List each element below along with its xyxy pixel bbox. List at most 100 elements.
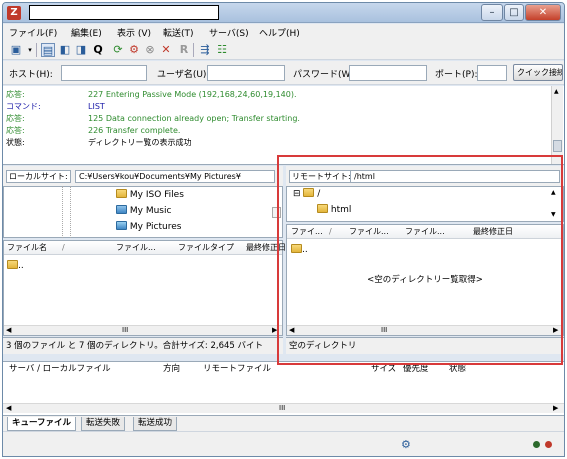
queue-list: ◀ III ▶: [3, 375, 564, 415]
menu-transfer[interactable]: 転送(T): [163, 26, 194, 39]
menu-view[interactable]: 表示 (V): [117, 26, 151, 39]
log-kind: 応答:: [6, 114, 25, 123]
local-list-header: ファイル名 / ファイル... ファイルタイプ 最終修正日: [4, 241, 286, 255]
compare-dirs-icon[interactable]: ☷: [215, 43, 229, 57]
local-tree: My ISO Files My Music My Pictures: [3, 186, 283, 238]
tab-failed-transfers[interactable]: 転送失敗: [81, 417, 126, 431]
music-folder-icon: [116, 205, 127, 214]
log-kind: コマンド:: [6, 102, 41, 111]
reconnect-icon[interactable]: R: [177, 43, 191, 57]
scroll-left-icon[interactable]: ◀: [6, 404, 11, 413]
port-input[interactable]: [477, 65, 507, 81]
process-queue-icon[interactable]: ⚙: [127, 43, 141, 57]
username-label: ユーザ名(U):: [157, 70, 210, 80]
scroll-up-icon[interactable]: ▲: [554, 88, 559, 95]
log-text: ディレクトリー覧の表示成功: [88, 138, 192, 147]
folder-icon: [116, 189, 127, 198]
col-filename[interactable]: ファイル名: [7, 241, 47, 255]
filezilla-app-icon: Z: [7, 6, 21, 20]
log-text: 226 Transfer complete.: [88, 126, 181, 135]
local-hscrollbar[interactable]: ◀ III ▶: [4, 325, 282, 335]
toolbar: ▣ ▾ ▤ ◧ ◨ Q ⟳ ⚙ ⊗ ✕ R ⇶ ☷: [3, 40, 564, 60]
log-row: 応答: 125 Data connection already open; Tra…: [6, 113, 300, 125]
queue-tabs: キューファイル 転送失敗 転送成功: [3, 415, 564, 431]
toolbar-separator: [36, 43, 37, 57]
tree-item-label: My Music: [129, 206, 172, 216]
tree-item-my-pictures[interactable]: My Pictures: [116, 221, 181, 232]
scroll-left-icon[interactable]: ◀: [6, 326, 11, 335]
queue-col-server-local[interactable]: サーバ / ローカルファイル: [9, 362, 111, 376]
activity-led-icon: [545, 441, 552, 448]
scroll-thumb[interactable]: [553, 140, 562, 152]
host-label: ホスト(H):: [9, 70, 53, 80]
title-bar: Z – □ ✕: [3, 3, 564, 23]
maximize-button[interactable]: □: [504, 4, 524, 21]
refresh-icon[interactable]: ⟳: [111, 43, 125, 57]
local-status: 3 個のファイル と 7 個のディレクトリ。合計サイズ: 2,645 バイト: [3, 337, 283, 354]
tab-queued-files[interactable]: キューファイル: [7, 417, 76, 431]
queue-hscrollbar[interactable]: ◀ III ▶: [3, 403, 564, 413]
sort-indicator: /: [62, 243, 65, 252]
filter-icon[interactable]: ⇶: [198, 43, 212, 57]
disconnect-icon[interactable]: ✕: [159, 43, 173, 57]
log-scrollbar[interactable]: ▲: [551, 86, 563, 164]
activity-led-icon: [533, 441, 540, 448]
menu-edit[interactable]: 編集(E): [71, 26, 102, 39]
quickconnect-bar: ホスト(H): ユーザ名(U): パスワード(W): ポート(P): クイック接…: [3, 61, 564, 85]
tree-item-my-iso-files[interactable]: My ISO Files: [116, 189, 184, 200]
menu-bar: ファイル(F) 編集(E) 表示 (V) 転送(T) サーバ(S) ヘルプ(H): [3, 24, 564, 40]
log-row: 応答: 227 Entering Passive Mode (192,168,24…: [6, 89, 297, 101]
menu-file[interactable]: ファイル(F): [9, 26, 57, 39]
status-bar: ⚙: [3, 431, 564, 456]
log-text: 125 Data connection already open; Transf…: [88, 114, 300, 123]
username-input[interactable]: [207, 65, 285, 81]
folder-icon: [7, 260, 18, 269]
password-input[interactable]: [349, 65, 427, 81]
network-icon: ⚙: [401, 438, 411, 451]
dropdown-arrow-icon[interactable]: ▾: [23, 43, 37, 57]
log-kind: 応答:: [6, 126, 25, 135]
tree-line: [62, 186, 63, 238]
queue-col-remote[interactable]: リモートファイル: [203, 362, 271, 376]
site-manager-icon[interactable]: ▣: [9, 43, 23, 57]
toggle-local-tree-icon[interactable]: ◧: [58, 43, 72, 57]
local-file-row-parent[interactable]: ..: [7, 260, 24, 271]
quickconnect-button[interactable]: クイック接続: [513, 64, 563, 81]
remote-pane-highlight-box: [277, 155, 563, 365]
scroll-thumb-grip[interactable]: III: [122, 326, 128, 335]
local-path-input[interactable]: C:¥Users¥kou¥Documents¥My Pictures¥: [75, 170, 275, 183]
message-log: 応答: 227 Entering Passive Mode (192,168,24…: [3, 86, 564, 165]
col-filesize[interactable]: ファイル...: [116, 241, 156, 255]
password-label: パスワード(W):: [293, 70, 357, 80]
file-name: ..: [18, 261, 24, 271]
minimize-button[interactable]: –: [481, 4, 503, 21]
local-site-bar: ローカルサイト: C:¥Users¥kou¥Documents¥My Pictu…: [3, 166, 283, 186]
queue-col-direction[interactable]: 方向: [163, 362, 180, 376]
scroll-thumb-grip[interactable]: III: [279, 404, 285, 413]
local-site-label: ローカルサイト:: [6, 170, 71, 183]
toolbar-separator: [193, 43, 194, 57]
log-text: LIST: [88, 102, 105, 111]
menu-help[interactable]: ヘルプ(H): [259, 26, 300, 39]
tab-successful-transfers[interactable]: 転送成功: [133, 417, 178, 431]
toggle-queue-icon[interactable]: Q: [91, 43, 105, 57]
tree-item-my-music[interactable]: My Music: [116, 205, 171, 216]
cancel-icon[interactable]: ⊗: [143, 43, 157, 57]
port-label: ポート(P):: [435, 70, 478, 80]
tree-item-label: My Pictures: [129, 222, 182, 232]
log-row: 状態: ディレクトリー覧の表示成功: [6, 137, 191, 149]
col-filetype[interactable]: ファイルタイプ: [178, 241, 234, 255]
toggle-log-icon[interactable]: ▤: [41, 43, 55, 57]
window-title-redacted: [29, 5, 219, 20]
log-row: 応答: 226 Transfer complete.: [6, 125, 180, 137]
log-row: コマンド: LIST: [6, 101, 105, 113]
scroll-right-icon[interactable]: ▶: [553, 404, 558, 413]
log-kind: 状態:: [6, 138, 25, 147]
tree-line: [70, 186, 71, 238]
menu-server[interactable]: サーバ(S): [209, 26, 249, 39]
log-kind: 応答:: [6, 90, 25, 99]
host-input[interactable]: [61, 65, 147, 81]
toggle-remote-tree-icon[interactable]: ◨: [74, 43, 88, 57]
local-file-list: ファイル名 / ファイル... ファイルタイプ 最終修正日 .. ◀ III ▶: [3, 240, 286, 336]
close-button[interactable]: ✕: [525, 4, 561, 21]
